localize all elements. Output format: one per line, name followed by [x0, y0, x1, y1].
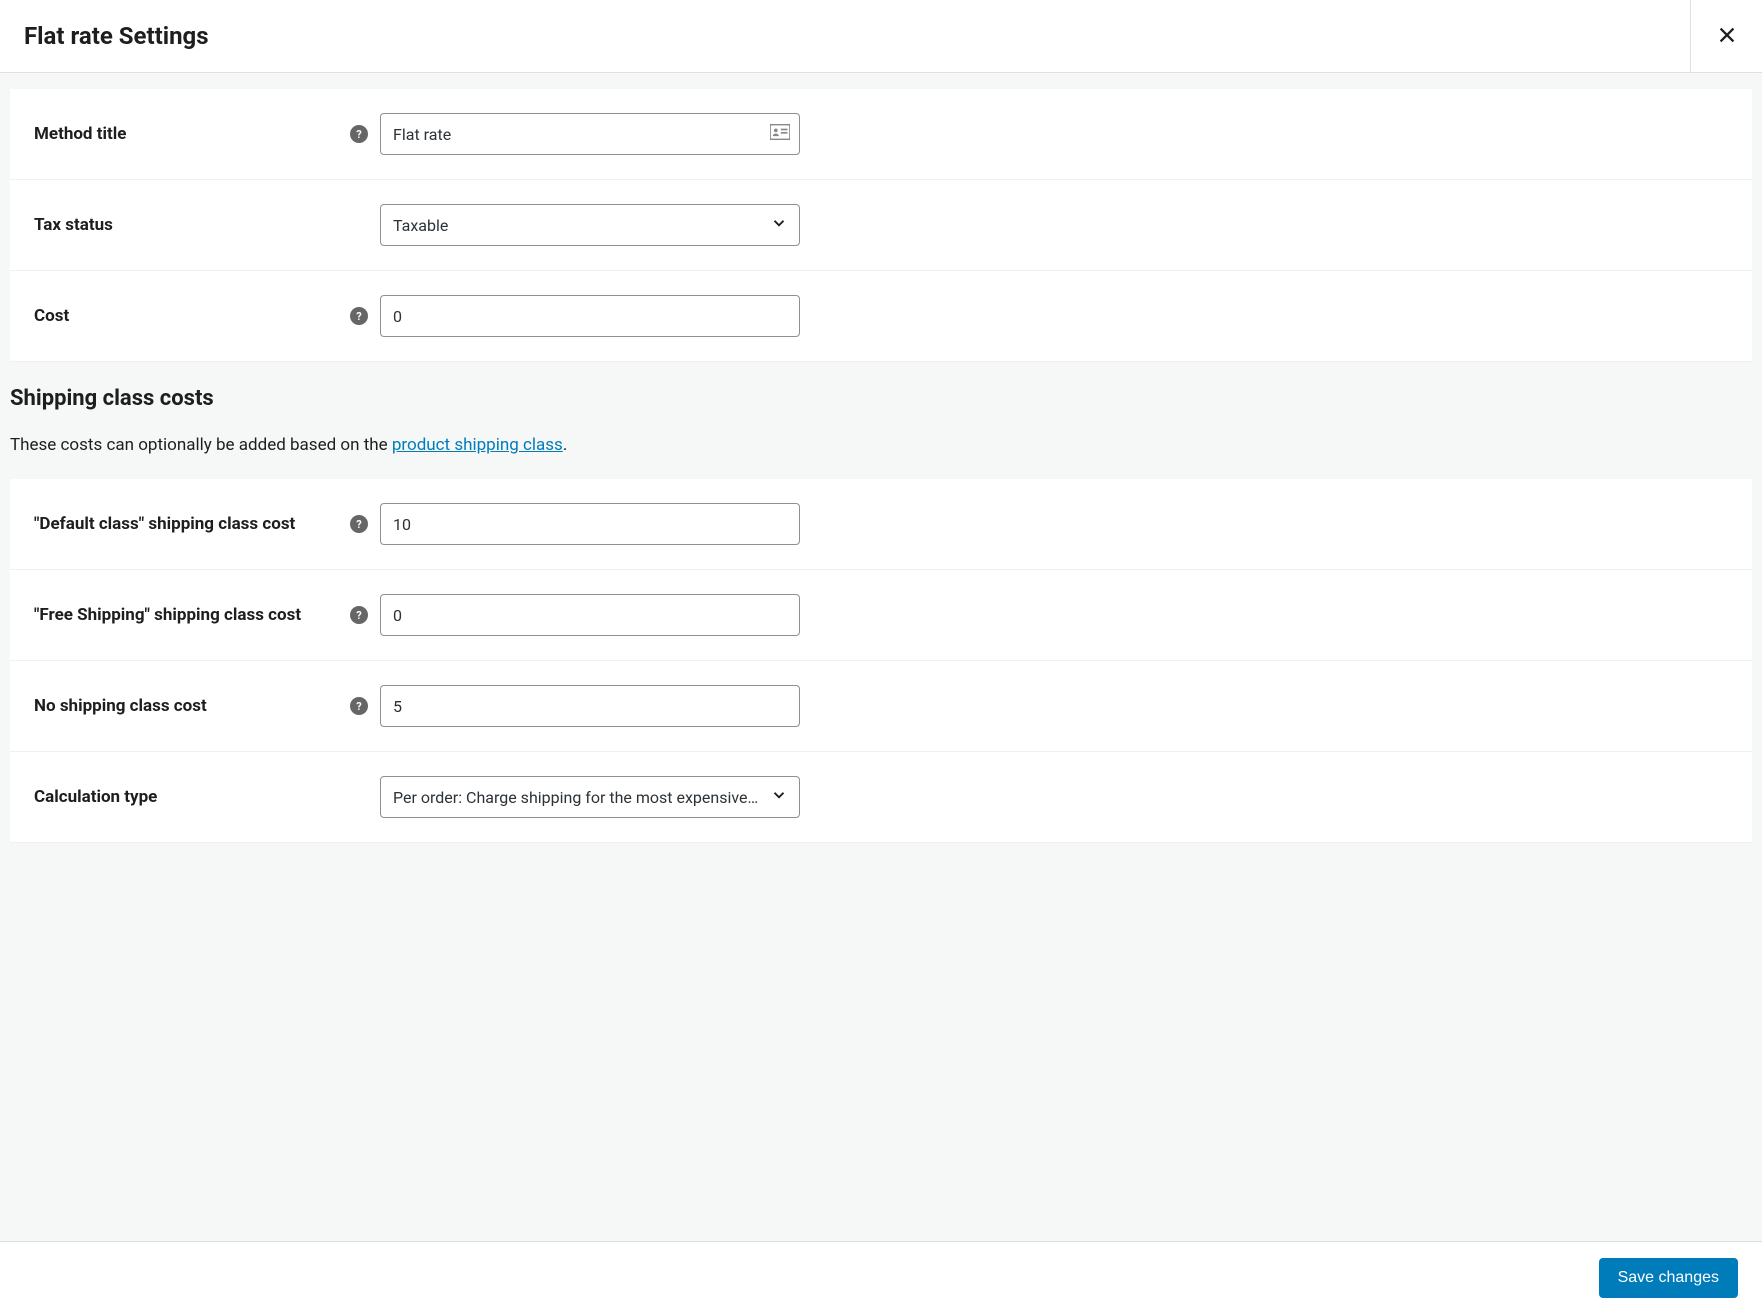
modal-body: Method title ? [0, 73, 1762, 1241]
close-button[interactable] [1707, 16, 1747, 56]
method-title-label: Method title [34, 124, 126, 144]
shipping-class-costs-desc: These costs can optionally be added base… [0, 421, 1762, 479]
row-default-class-cost: "Default class" shipping class cost ? [10, 479, 1752, 570]
row-method-title: Method title ? [10, 89, 1752, 180]
free-shipping-class-label: "Free Shipping" shipping class cost [34, 605, 301, 625]
cost-label: Cost [34, 306, 69, 326]
row-cost: Cost ? [10, 271, 1752, 362]
cost-input[interactable] [380, 295, 800, 337]
help-icon[interactable]: ? [350, 515, 368, 533]
help-icon[interactable]: ? [350, 697, 368, 715]
tax-status-select[interactable]: Taxable [380, 204, 800, 246]
help-icon[interactable]: ? [350, 125, 368, 143]
default-class-input[interactable] [380, 503, 800, 545]
row-no-class-cost: No shipping class cost ? [10, 661, 1752, 752]
help-icon[interactable]: ? [350, 606, 368, 624]
settings-table-shipping-class: "Default class" shipping class cost ? "F… [10, 479, 1752, 843]
modal-title: Flat rate Settings [0, 2, 1690, 70]
row-calc-type: Calculation type Per order: Charge shipp… [10, 752, 1752, 843]
calc-type-label: Calculation type [34, 787, 157, 807]
close-icon [1716, 24, 1738, 49]
method-title-input[interactable] [380, 113, 800, 155]
no-class-label: No shipping class cost [34, 696, 207, 716]
no-class-input[interactable] [380, 685, 800, 727]
default-class-label: "Default class" shipping class cost [34, 514, 295, 534]
shipping-class-costs-heading: Shipping class costs [0, 362, 1762, 421]
calc-type-select[interactable]: Per order: Charge shipping for the most … [380, 776, 800, 818]
modal-header: Flat rate Settings [0, 0, 1762, 73]
product-shipping-class-link[interactable]: product shipping class [392, 435, 563, 455]
tax-status-label: Tax status [34, 215, 113, 235]
row-tax-status: Tax status Taxable [10, 180, 1752, 271]
help-icon[interactable]: ? [350, 307, 368, 325]
save-button[interactable]: Save changes [1599, 1258, 1738, 1298]
flat-rate-settings-modal: Flat rate Settings Method title ? [0, 0, 1762, 1314]
free-shipping-class-input[interactable] [380, 594, 800, 636]
settings-table-general: Method title ? [10, 89, 1752, 362]
modal-footer: Save changes [0, 1241, 1762, 1314]
row-free-shipping-class-cost: "Free Shipping" shipping class cost ? [10, 570, 1752, 661]
